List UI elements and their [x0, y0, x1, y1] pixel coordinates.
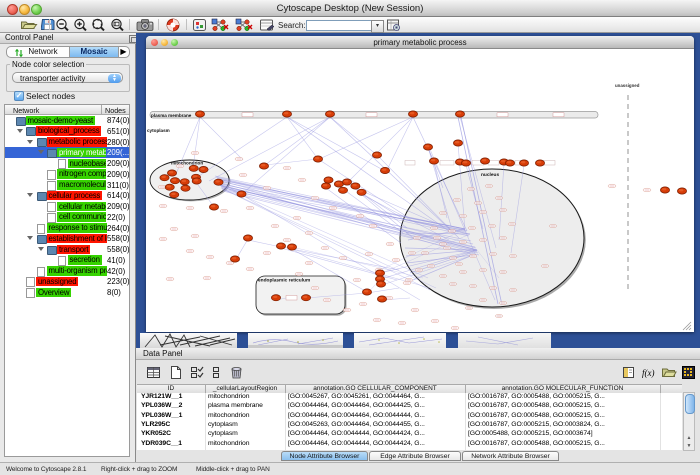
svg-text:nucleus: nucleus [481, 172, 499, 178]
svg-text:mitochondrion: mitochondrion [171, 161, 203, 166]
svg-text:cytoplasm: cytoplasm [147, 128, 170, 133]
svg-text:f(x): f(x) [642, 368, 655, 378]
svg-text:endoplasmic reticulum: endoplasmic reticulum [258, 278, 310, 284]
svg-text:unassigned: unassigned [615, 83, 640, 88]
svg-text:plasma membrane: plasma membrane [151, 113, 192, 118]
